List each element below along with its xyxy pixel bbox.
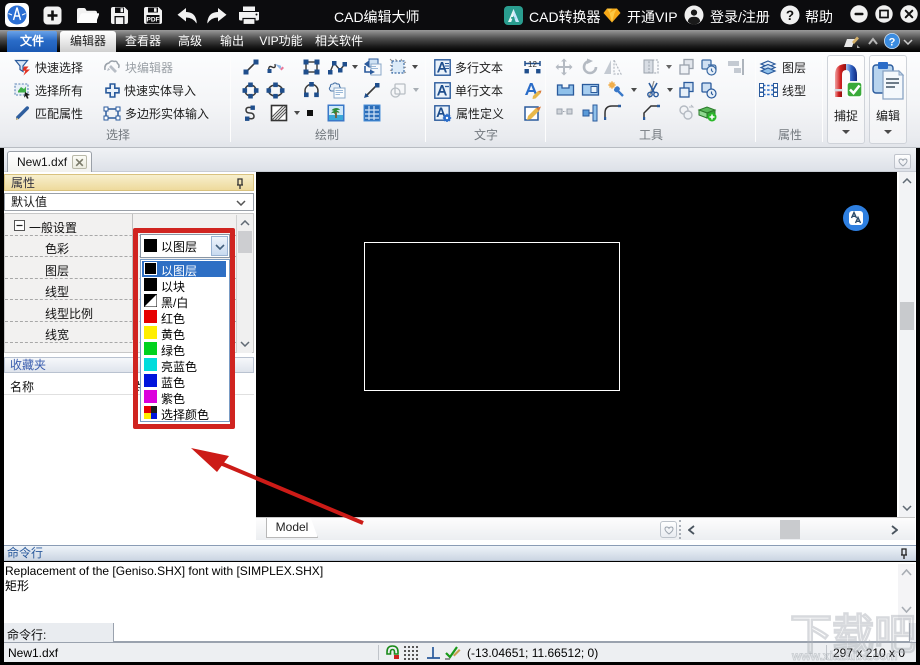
svg-text:?: ? bbox=[786, 8, 794, 23]
svg-text:PDF: PDF bbox=[147, 17, 160, 24]
svg-text:?: ? bbox=[889, 36, 896, 48]
svg-text:12: 12 bbox=[528, 60, 537, 69]
